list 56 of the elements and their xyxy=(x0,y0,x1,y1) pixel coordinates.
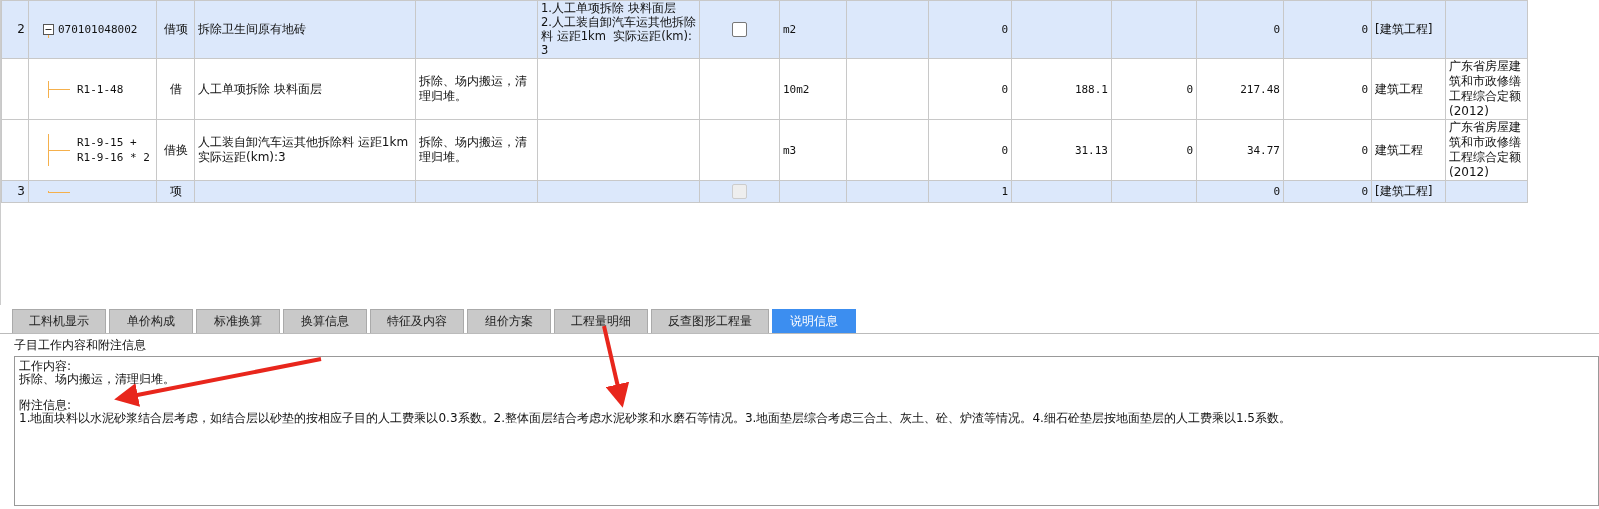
checkbox[interactable] xyxy=(732,22,747,37)
code-cell-text: R1-9-15 + R1-9-16 * 2 xyxy=(77,135,151,165)
quantity-cell: 0 xyxy=(1001,81,1008,97)
code-cell-text: R1-1-48 xyxy=(77,81,125,97)
table-cell: 0 xyxy=(1361,184,1368,199)
content-cell-text: 拆除、场内搬运，清理归堆。 xyxy=(419,74,528,104)
category-cell: 建筑工程 xyxy=(1375,142,1423,158)
quantity-cell: 0 xyxy=(1001,142,1008,158)
total-cell: 217.48 xyxy=(1240,81,1280,97)
source-cell-text: 广东省房屋建筑和市政修缮工程综合定额(2012) xyxy=(1449,120,1522,180)
category-cell: 建筑工程 xyxy=(1375,81,1423,97)
panel-title: 子目工作内容和附注信息 xyxy=(13,337,147,354)
name-cell: 人工单项拆除 块料面层 xyxy=(198,81,322,97)
tab[interactable]: 单价构成 xyxy=(109,309,193,333)
table-cell: 0 xyxy=(1361,81,1368,97)
section-text: 拆除、场内搬运，清理归堆。 xyxy=(19,373,176,386)
unit-cell: m2 xyxy=(783,22,797,37)
quantity-cell: 0 xyxy=(1001,22,1008,37)
row-number: 3 xyxy=(17,184,25,199)
row-number: 2 xyxy=(17,22,25,37)
table-cell: 0 xyxy=(1361,142,1368,158)
type-cell: 项 xyxy=(169,184,182,199)
content-cell-text: 拆除、场内搬运，清理归堆。 xyxy=(419,135,528,165)
tab[interactable]: 工料机显示 xyxy=(12,309,106,333)
tab[interactable]: 标准换算 xyxy=(196,309,280,333)
name-cell: 拆除卫生间原有地砖 xyxy=(198,22,306,37)
price-cell: 31.13 xyxy=(1074,142,1108,158)
total-cell: 0 xyxy=(1273,22,1280,37)
category-cell: [建筑工程] xyxy=(1375,184,1433,199)
type-cell: 借换 xyxy=(163,142,188,158)
tab[interactable]: 换算信息 xyxy=(283,309,367,333)
total-cell: 0 xyxy=(1273,184,1280,199)
unit-cell: m3 xyxy=(783,142,797,158)
source-cell-text: 广东省房屋建筑和市政修缮工程综合定额(2012) xyxy=(1449,59,1522,119)
category-cell: [建筑工程] xyxy=(1375,22,1433,37)
code-cell: 070101048002 xyxy=(58,22,138,37)
table-cell: 0 xyxy=(1186,81,1193,97)
table-cell: 0 xyxy=(1361,22,1368,37)
total-cell: 34.77 xyxy=(1246,142,1280,158)
section-heading: 附注信息: xyxy=(19,399,73,412)
quantity-cell: 1 xyxy=(1001,184,1008,199)
type-cell: 借项 xyxy=(163,22,188,37)
tab[interactable]: 特征及内容 xyxy=(370,309,464,333)
name-cell-text: 人工装自卸汽车运其他拆除料 运距1km 实际运距(km):3 xyxy=(198,135,410,165)
price-cell: 188.1 xyxy=(1074,81,1108,97)
section-text: 1.地面块料以水泥砂浆结合层考虑，如结合层以砂垫的按相应子目的人工费乘以0.3系数。2.整体面层结合考虑水泥砂浆和水磨石等情况。3.地面垫层综合考虑三合土、灰土、砼、炉渣等情况。4.细石砼垫层按地面垫层的人工费乘以1.5系数。 xyxy=(19,412,1292,425)
tab[interactable]: 工程量明细 xyxy=(554,309,648,333)
unit-cell: 10m2 xyxy=(783,81,810,97)
notes-text-area[interactable]: 工作内容: 拆除、场内搬运，清理归堆。 附注信息: 1.地面块料以水泥砂浆结合层考虑，如结合层以砂垫的按相应子目的人工费乘以0.3系数。2.整体面层结合考虑水泥砂浆和水磨石等情况。3.地面垫层综合考虑三合土、灰土、砼、炉渣等情况。4.细石砼垫层按地面垫层的人工费乘以1.5系数。 xyxy=(14,356,1599,506)
tab[interactable]: 反查图形工程量 xyxy=(651,309,769,333)
table-cell: 0 xyxy=(1186,142,1193,158)
collapse-icon[interactable] xyxy=(43,24,54,35)
features-cell: 1.人工单项拆除 块料面层 2.人工装自卸汽车运其他拆除料 运距1km 实际运距(km):3 xyxy=(541,1,696,57)
type-cell: 借 xyxy=(169,81,182,97)
tab[interactable]: 组价方案 xyxy=(467,309,551,333)
section-heading: 工作内容: xyxy=(19,360,73,373)
